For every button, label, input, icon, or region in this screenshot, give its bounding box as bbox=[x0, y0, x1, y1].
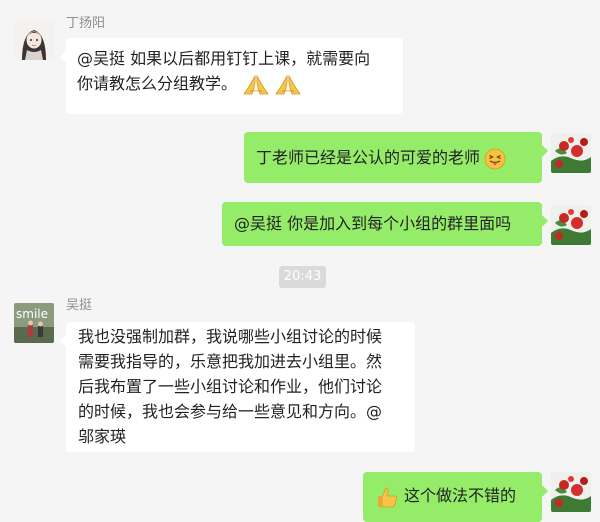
message-bubble[interactable]: @吴挺 如果以后都用钉钉上课，就需要向 你请教怎么分组教学。 bbox=[60, 38, 403, 114]
sender-name: 吴挺 bbox=[66, 298, 93, 313]
avatar-me[interactable] bbox=[551, 133, 591, 173]
avatar-me[interactable] bbox=[551, 205, 591, 245]
tongue-face-icon bbox=[484, 148, 506, 170]
message-text-with-emoji: 这个做法不错的 bbox=[375, 483, 530, 509]
message-text: 丁老师已经是公认的可爱的老师 bbox=[256, 148, 481, 167]
avatar-ding-yangyang[interactable] bbox=[14, 20, 54, 60]
message-bubble[interactable]: @吴挺 你是加入到每个小组的群里面吗 bbox=[222, 202, 548, 246]
message-text: 的时候，我也会参与给一些意见和方向。@ bbox=[78, 402, 383, 421]
avatar-me[interactable] bbox=[551, 472, 591, 512]
folded-hands-icon bbox=[241, 73, 271, 97]
message-bubble[interactable]: 这个做法不错的 bbox=[363, 472, 548, 522]
message-text: @吴挺 如果以后都用钉钉上课，就需要向 bbox=[77, 49, 371, 68]
avatar-text: smile bbox=[16, 307, 48, 321]
message-text-with-emoji: 你请教怎么分组教学。 bbox=[77, 71, 392, 97]
message-text: 后我布置了一些小组讨论和作业，他们讨论 bbox=[78, 377, 383, 396]
message-text: 这个做法不错的 bbox=[404, 486, 517, 505]
message-text-with-emoji: 丁老师已经是公认的可爱的老师 bbox=[256, 145, 530, 170]
sender-name: 丁扬阳 bbox=[66, 16, 106, 31]
message-text: 需要我指导的，乐意把我加进去小组里。然 bbox=[78, 352, 383, 371]
message-text: 我也没强制加群，我说哪些小组讨论的时候 bbox=[78, 327, 383, 346]
message-bubble[interactable]: 我也没强制加群，我说哪些小组讨论的时候 需要我指导的，乐意把我加进去小组里。然 … bbox=[60, 322, 415, 452]
thumbs-up-icon bbox=[375, 485, 399, 509]
folded-hands-icon bbox=[273, 73, 303, 97]
message-text: @吴挺 你是加入到每个小组的群里面吗 bbox=[234, 214, 512, 233]
timestamp: 20:43 bbox=[279, 266, 326, 288]
message-text: 你请教怎么分组教学。 bbox=[77, 74, 238, 93]
message-bubble[interactable]: 丁老师已经是公认的可爱的老师 bbox=[244, 132, 548, 183]
message-text: 邬家瑛 bbox=[78, 427, 127, 446]
avatar-wu-ting[interactable]: smile bbox=[14, 303, 54, 343]
